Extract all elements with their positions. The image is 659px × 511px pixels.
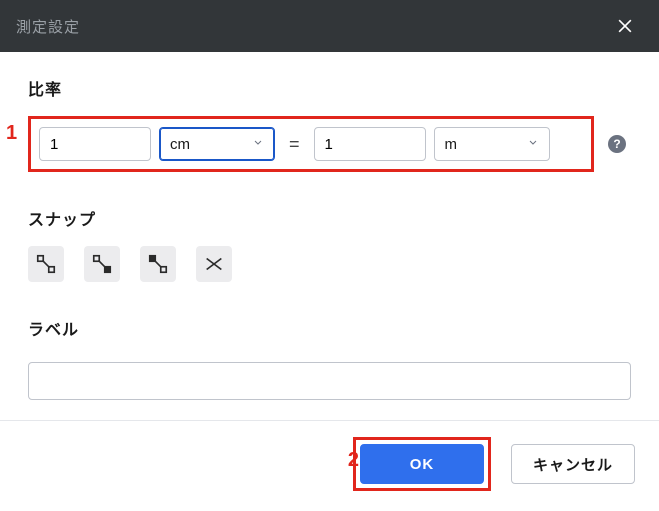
- ratio-left-value-input[interactable]: [39, 127, 151, 161]
- titlebar: 測定設定: [0, 0, 659, 52]
- ok-button[interactable]: OK: [360, 444, 484, 484]
- ratio-left-unit-select[interactable]: cm: [159, 127, 275, 161]
- snap-intersection-button[interactable]: [196, 246, 232, 282]
- ratio-right-value-input[interactable]: [314, 127, 426, 161]
- snap-nearest-button[interactable]: [140, 246, 176, 282]
- close-button[interactable]: [607, 8, 643, 44]
- ratio-section-label: 比率: [28, 76, 631, 100]
- dialog-title: 測定設定: [16, 16, 607, 37]
- snap-endpoint-button[interactable]: [28, 246, 64, 282]
- label-section-label: ラベル: [28, 316, 631, 340]
- equals-sign: =: [283, 134, 306, 155]
- snap-nearest-icon: [147, 253, 169, 275]
- cancel-button[interactable]: キャンセル: [511, 444, 635, 484]
- dialog-body: 比率 1 cm = m ? スナップ: [0, 52, 659, 420]
- ratio-controls: cm = m: [28, 116, 594, 172]
- snap-intersection-icon: [203, 253, 225, 275]
- ratio-right-unit-value: m: [445, 136, 458, 153]
- chevron-down-icon: [527, 136, 539, 153]
- dialog-footer: 2 OK キャンセル: [0, 420, 659, 511]
- close-icon: [615, 16, 635, 36]
- ratio-right-unit-select[interactable]: m: [434, 127, 550, 161]
- measurement-settings-dialog: 測定設定 比率 1 cm = m ? スナップ: [0, 0, 659, 511]
- snap-midpoint-icon: [91, 253, 113, 275]
- ok-annotation-box: OK: [353, 437, 491, 491]
- ratio-left-unit-value: cm: [170, 136, 190, 153]
- snap-midpoint-button[interactable]: [84, 246, 120, 282]
- snap-endpoint-icon: [35, 253, 57, 275]
- ratio-row: 1 cm = m ?: [28, 116, 631, 172]
- annotation-2: 2: [348, 449, 359, 472]
- snap-section-label: スナップ: [28, 206, 631, 230]
- label-input[interactable]: [28, 362, 631, 400]
- annotation-1: 1: [6, 122, 17, 145]
- chevron-down-icon: [252, 136, 264, 153]
- help-icon[interactable]: ?: [608, 135, 626, 153]
- snap-buttons: [28, 246, 631, 282]
